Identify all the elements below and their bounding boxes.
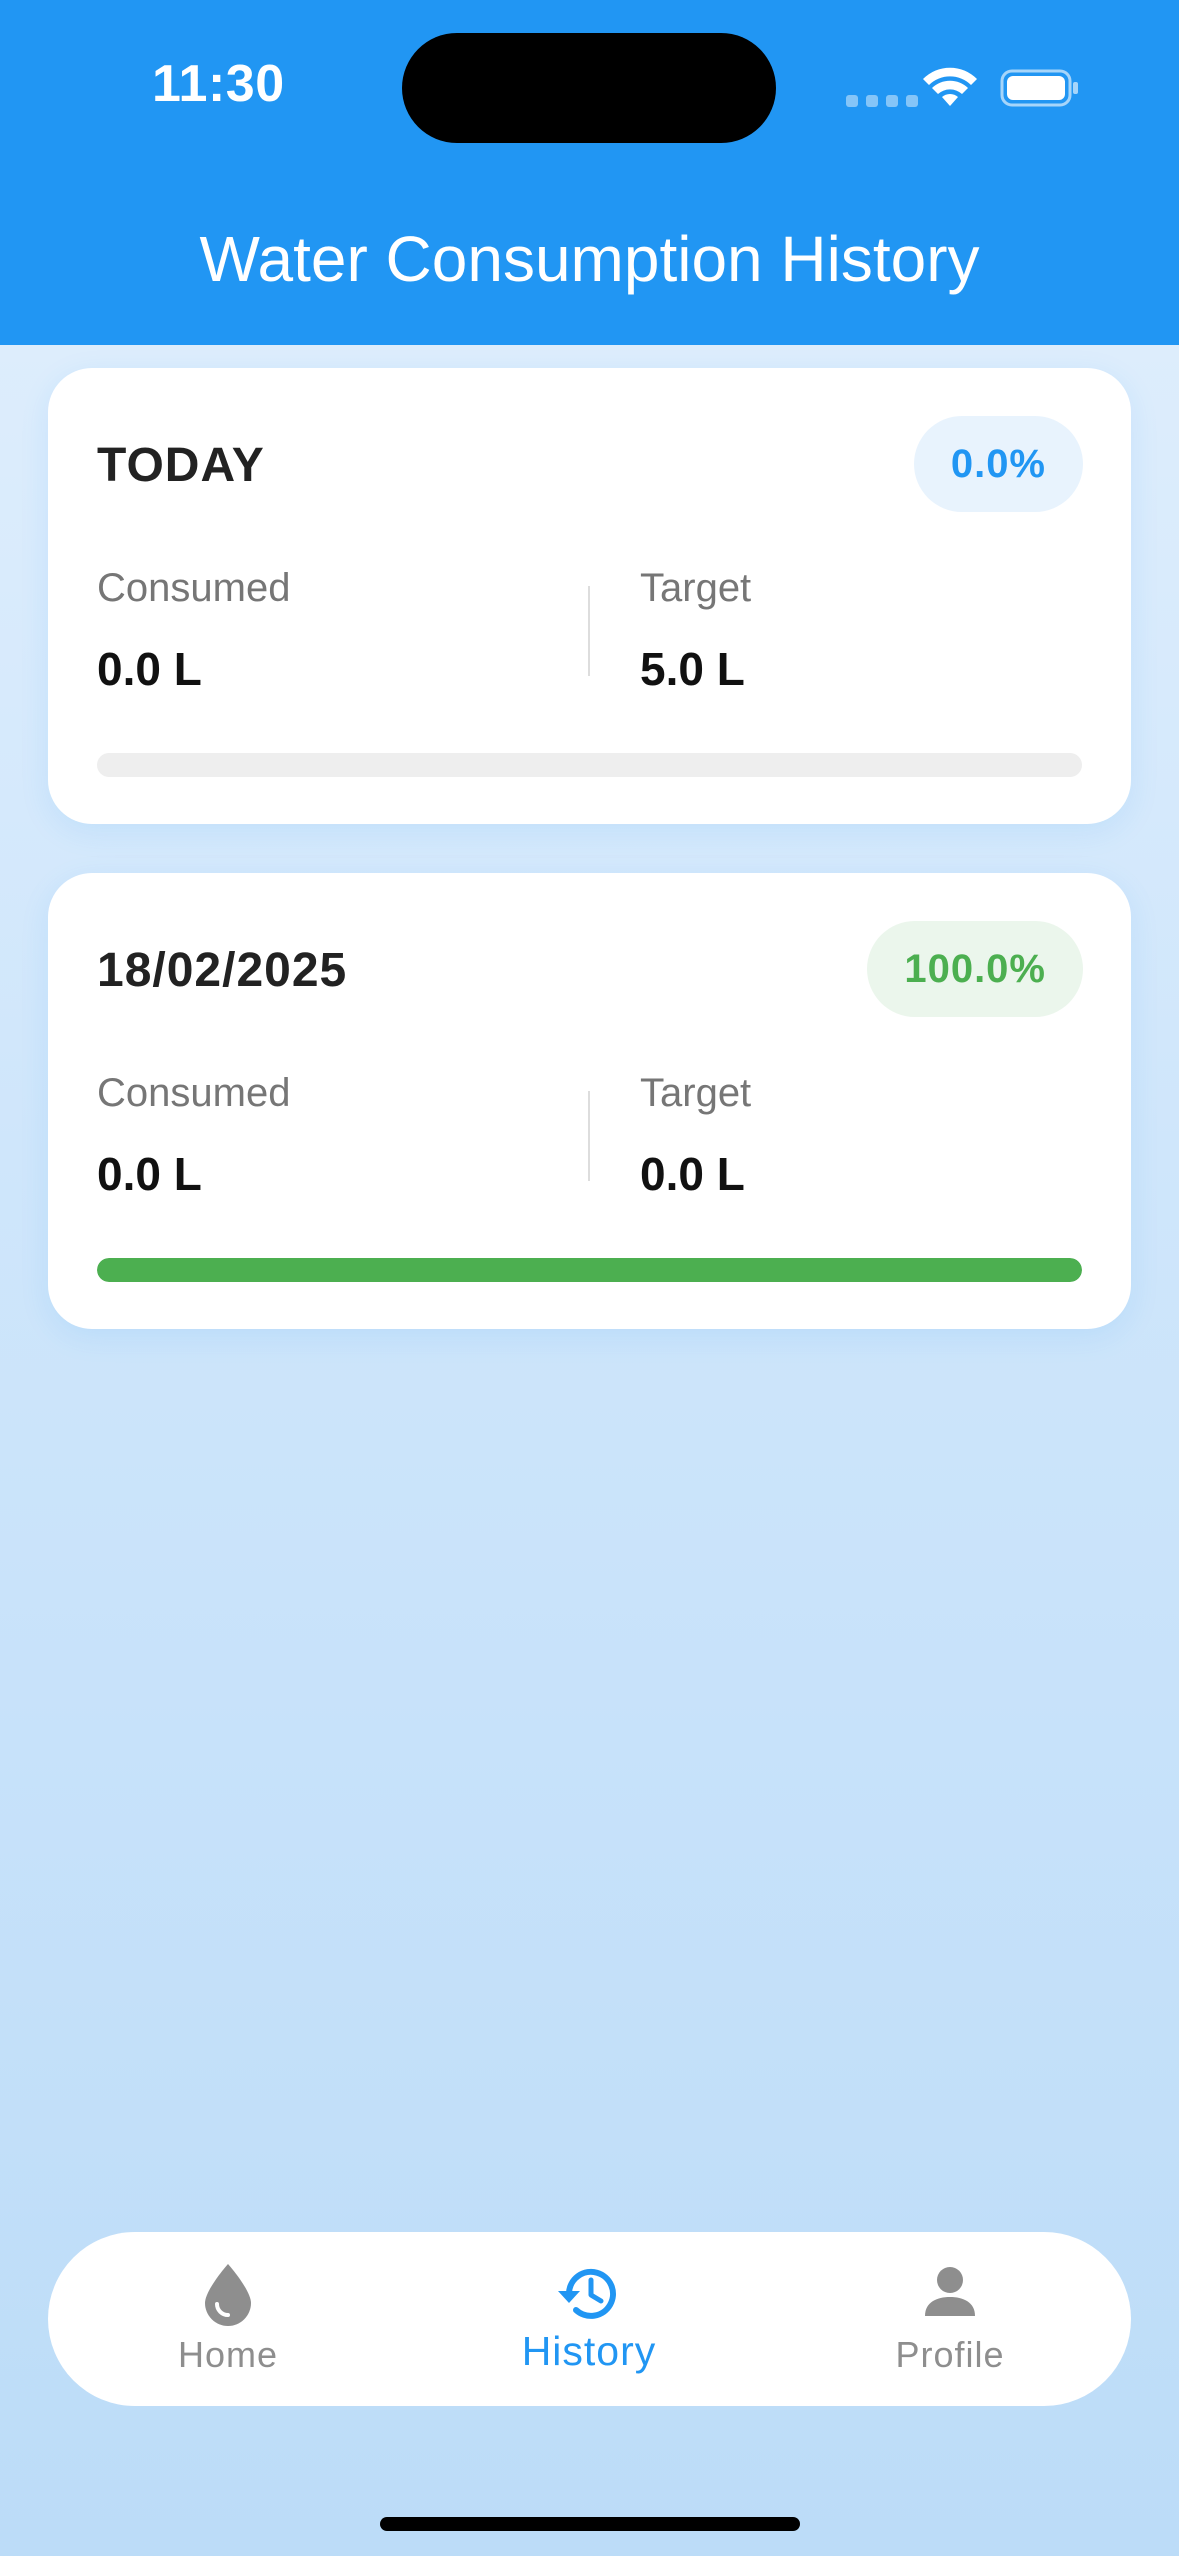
target-value: 0.0 L [640,1148,745,1200]
history-card-date[interactable]: 18/02/2025 100.0% Consumed 0.0 L Target … [48,873,1131,1329]
percent-badge: 100.0% [867,921,1083,1017]
consumed-label: Consumed [97,1071,291,1115]
consumed-label: Consumed [97,566,291,610]
nav-label: History [521,2328,657,2374]
home-indicator [380,2517,800,2531]
card-date-title: 18/02/2025 [97,944,348,997]
page-title: Water Consumption History [199,223,980,295]
nav-item-history[interactable]: History [439,2232,739,2406]
cellular-signal-icon [846,95,918,107]
progress-bar [97,1258,1082,1282]
person-icon [925,2267,975,2316]
battery-icon [1000,69,1078,107]
nav-item-profile[interactable]: Profile [800,2232,1100,2406]
target-label: Target [640,1071,752,1115]
dynamic-island [402,33,776,143]
nav-label: Profile [895,2334,1005,2375]
progress-fill [97,1258,1082,1282]
target-label: Target [640,566,752,610]
status-time: 11:30 [152,55,285,113]
nav-label: Home [177,2334,279,2375]
water-drop-icon [205,2264,251,2326]
bottom-nav: Home History Profile [48,2232,1131,2406]
stat-divider [588,586,590,676]
card-date-title: TODAY [97,439,265,492]
progress-bar [97,753,1082,777]
consumed-value: 0.0 L [97,643,202,695]
nav-item-home[interactable]: Home [78,2232,378,2406]
history-card-today[interactable]: TODAY 0.0% Consumed 0.0 L Target 5.0 L [48,368,1131,824]
app-header: 11:30 Water Consumption History [0,0,1179,345]
stat-divider [588,1091,590,1181]
consumed-value: 0.0 L [97,1148,202,1200]
history-icon [558,2268,616,2319]
wifi-icon [923,67,977,106]
target-value: 5.0 L [640,643,745,695]
percent-badge: 0.0% [913,416,1083,512]
